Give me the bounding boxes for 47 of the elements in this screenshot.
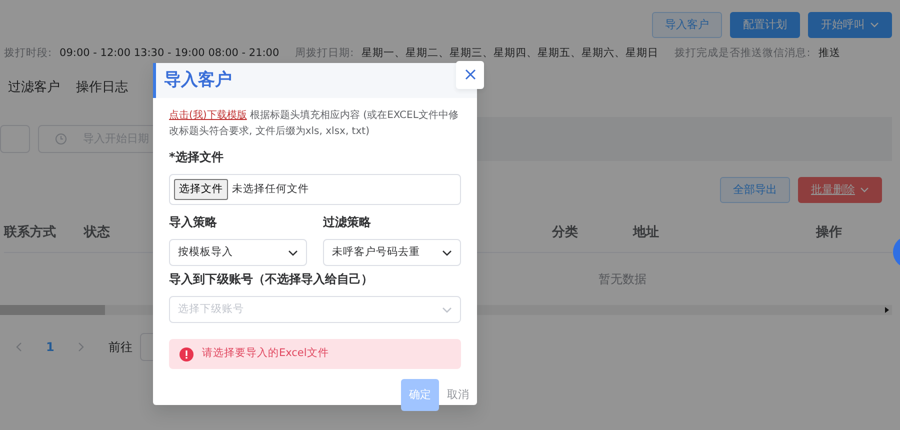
file-status: 未选择任何文件 (232, 182, 309, 197)
chevron-down-icon (442, 250, 452, 256)
cancel-button[interactable]: 取消 (447, 386, 469, 404)
info-value: 09:00 - 12:00 13:30 - 19:00 08:00 - 21:00 (60, 46, 280, 61)
info-value: 星期一、星期二、星期三、星期四、星期五、星期六、星期日 (362, 46, 659, 61)
file-button[interactable]: 选择文件 (174, 178, 228, 200)
column-header: 地址 (633, 224, 660, 242)
field-label: 过滤策略 (323, 214, 372, 231)
select-field[interactable]: 未呼客户号码去重 (323, 239, 461, 266)
field-label: 导入到下级账号（不选择导入给自己） (169, 271, 374, 288)
page-number[interactable]: 1 (46, 338, 54, 356)
empty-text: 暂无数据 (598, 271, 646, 288)
close-icon (464, 69, 476, 80)
download-template-link[interactable]: 点击(我)下载模版 (169, 110, 247, 121)
info-value: 推送 (818, 46, 840, 61)
column-header: 操作 (816, 224, 843, 242)
toolbar-button[interactable]: 导入客户 (652, 12, 722, 38)
info-label: 拨打完成是否推送微信消息: (674, 46, 810, 61)
chevron-left-icon[interactable] (16, 342, 22, 352)
field-label: 导入策略 (169, 214, 218, 231)
chevron-right-icon[interactable] (78, 342, 84, 352)
toolbar-button[interactable]: 配置计划 (730, 12, 800, 38)
info-label: 周拨打日期: (295, 46, 354, 61)
toolbar-button[interactable]: 批量删除 (798, 177, 882, 204)
goto-label: 前往 (108, 339, 132, 356)
close-button[interactable] (456, 61, 484, 89)
dialog-title: 导入客户 (164, 68, 232, 92)
column-header: 联系方式 (4, 224, 57, 242)
chevron-down-icon (442, 306, 452, 312)
column-header: 状态 (84, 224, 111, 242)
toolbar-button[interactable]: 全部导出 (720, 177, 790, 204)
warning-icon (179, 346, 194, 362)
info-label: 拨打时段: (4, 46, 52, 61)
select-field[interactable]: 按模板导入 (169, 239, 307, 266)
file-field[interactable]: 选择文件 未选择任何文件 (169, 174, 461, 205)
dropdown-button[interactable]: 开始呼叫 (808, 12, 892, 38)
field-label: *选择文件 (169, 149, 224, 166)
arrow-right-icon[interactable] (885, 307, 889, 314)
caret-icon (860, 186, 869, 193)
chevron-down-icon (288, 250, 298, 256)
caret-icon (870, 22, 879, 28)
clock-icon (55, 133, 67, 146)
column-header: 分类 (552, 224, 579, 242)
tab[interactable]: 操作日志 (76, 74, 128, 102)
alert-text: 请选择要导入的Excel文件 (202, 346, 329, 362)
tab[interactable]: 过滤客户 (8, 74, 60, 102)
notice-text: 点击(我)下载模版 根据标题头填充相应内容 (或在EXCEL文件中修改标题头符合要求, 文件后缀为xls, xlsx, txt) (169, 108, 460, 139)
